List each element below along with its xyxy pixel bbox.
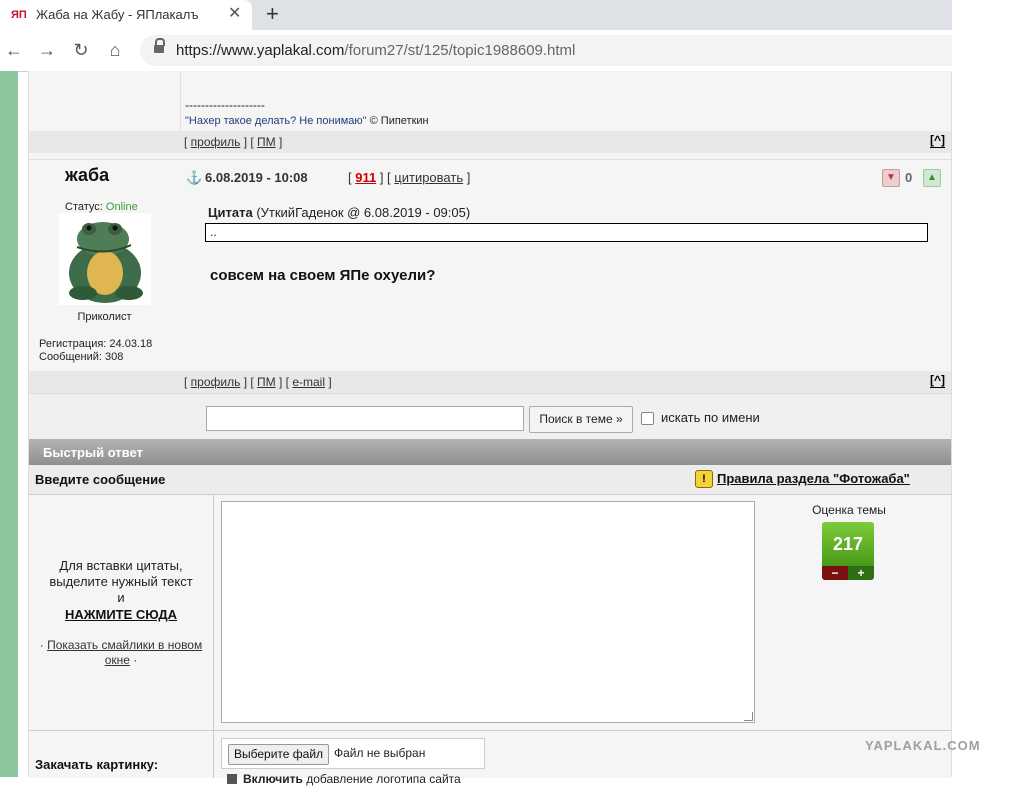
include-logo-checkbox[interactable] (227, 774, 237, 784)
pm-link[interactable]: ПМ (257, 135, 276, 149)
quote-link[interactable]: цитировать (394, 170, 463, 185)
post-body: Статус: Online Приколист Регистрация: 24… (29, 195, 951, 371)
forum-page: -------------------- "Нахер такое делать… (28, 71, 952, 786)
anchor-icon[interactable]: ⚓ (186, 170, 202, 186)
enter-message-row: Введите сообщение ! Правила раздела "Фот… (29, 465, 951, 495)
file-status: Файл не выбран (334, 746, 426, 760)
user-status: Статус: Online (65, 201, 138, 213)
rating-minus-button[interactable]: − (822, 566, 848, 580)
tab-title: Жаба на Жабу - ЯПлакалъ (36, 7, 199, 22)
user-info: Статус: Online Приколист Регистрация: 24… (29, 195, 180, 371)
user-rank: Приколист (77, 311, 132, 323)
profile-link[interactable]: профиль (191, 135, 241, 149)
prev-post-signature: -------------------- "Нахер такое делать… (29, 71, 951, 131)
user-message-count: Сообщений: 308 (39, 351, 124, 363)
scroll-top-link[interactable]: [^] (930, 374, 945, 388)
reply-area: Для вставки цитаты, выделите нужный текс… (29, 495, 951, 730)
search-by-name-label: искать по имени (661, 410, 760, 425)
reload-icon[interactable]: ↻ (71, 40, 91, 60)
author-nick[interactable]: жаба (65, 165, 109, 186)
site-favicon-icon: ЯП (11, 9, 27, 21)
close-tab-icon[interactable]: ✕ (228, 5, 241, 23)
scroll-top-link[interactable]: [^] (930, 134, 945, 148)
quote-box: .. (205, 223, 928, 242)
topic-rating: 217 − + (822, 522, 874, 580)
url-field[interactable]: https://www.yaplakal.com/forum27/st/125/… (140, 35, 952, 66)
thumbs-up-icon[interactable]: ▲ (923, 169, 941, 187)
site-watermark: YAPLAKAL.COM (865, 738, 981, 753)
topic-rating-label: Оценка темы (812, 503, 886, 517)
upload-label: Закачать картинку: (35, 757, 159, 772)
smiles-link-wrap: · Показать смайлики в новом окне · (39, 638, 203, 667)
vote-count: 0 (905, 170, 913, 185)
avatar[interactable] (59, 213, 151, 305)
home-icon[interactable]: ⌂ (105, 40, 125, 60)
search-by-name-checkbox[interactable] (641, 412, 654, 425)
choose-file-button[interactable]: Выберите файл (228, 744, 330, 765)
post-links: [ профиль ] [ ПМ ] [ e-mail ] [^] (29, 371, 951, 393)
quote-hint: Для вставки цитаты, выделите нужный текс… (49, 558, 193, 605)
warning-icon: ! (695, 470, 713, 488)
back-icon[interactable]: ← (4, 40, 24, 60)
quick-reply-header: Быстрый ответ (29, 439, 951, 465)
side-bar-decoration (0, 71, 18, 777)
rating-plus-button[interactable]: + (848, 566, 874, 580)
profile-link[interactable]: профиль (191, 375, 241, 389)
resize-handle-icon[interactable] (744, 712, 753, 721)
enter-message-label: Введите сообщение (35, 472, 166, 487)
lock-icon[interactable] (154, 38, 165, 53)
address-bar: ← → ↻ ⌂ https://www.yaplakal.com/forum27… (0, 30, 952, 72)
show-smiles-link[interactable]: Показать смайлики в новом окне (47, 638, 202, 667)
post-number-link[interactable]: 911 (355, 170, 376, 185)
post-number: [ 911 ] [ цитировать ] (348, 170, 471, 185)
user-registration: Регистрация: 24.03.18 (39, 338, 153, 350)
search-button[interactable]: Поиск в теме » (529, 406, 633, 433)
thumbs-down-icon[interactable]: ▼ (882, 169, 900, 187)
insert-quote-link[interactable]: НАЖМИТЕ СЮДА (29, 607, 213, 622)
upload-row: Закачать картинку: Выберите файл Файл не… (29, 730, 951, 786)
include-logo-option: Включить добавление логотипа сайта (227, 772, 461, 786)
search-input[interactable] (206, 406, 524, 431)
topic-search: Поиск в теме » искать по имени (29, 393, 951, 439)
reply-hints: Для вставки цитаты, выделите нужный текс… (29, 495, 214, 730)
quote-header: Цитата (УткийГаденок @ 6.08.2019 - 09:05… (208, 205, 471, 220)
browser-tab[interactable]: ЯП Жаба на Жабу - ЯПлакалъ ✕ (0, 0, 252, 30)
new-tab-icon[interactable]: + (266, 2, 279, 26)
rating-value: 217 (822, 522, 874, 566)
section-rules-link[interactable]: Правила раздела "Фотожаба" (717, 471, 910, 486)
signature-text: "Нахер такое делать? Не понимаю" © Пипет… (185, 115, 429, 127)
file-input: Выберите файл Файл не выбран (221, 738, 485, 769)
prev-post-links: [ профиль ] [ ПМ ] [^] (29, 131, 951, 153)
url-text: https://www.yaplakal.com/forum27/st/125/… (176, 42, 576, 59)
signature-separator: -------------------- (185, 98, 265, 112)
post-header: жаба ⚓ 6.08.2019 - 10:08 [ 911 ] [ цитир… (29, 159, 951, 196)
pm-link[interactable]: ПМ (257, 375, 276, 389)
email-link[interactable]: e-mail (292, 375, 325, 389)
reply-textarea[interactable] (221, 501, 755, 723)
tab-bar: ЯП Жаба на Жабу - ЯПлакалъ ✕ + (0, 0, 952, 30)
post-date: 6.08.2019 - 10:08 (205, 170, 308, 185)
post-text: совсем на своем ЯПе охуели? (210, 267, 436, 284)
forward-icon[interactable]: → (37, 40, 57, 60)
